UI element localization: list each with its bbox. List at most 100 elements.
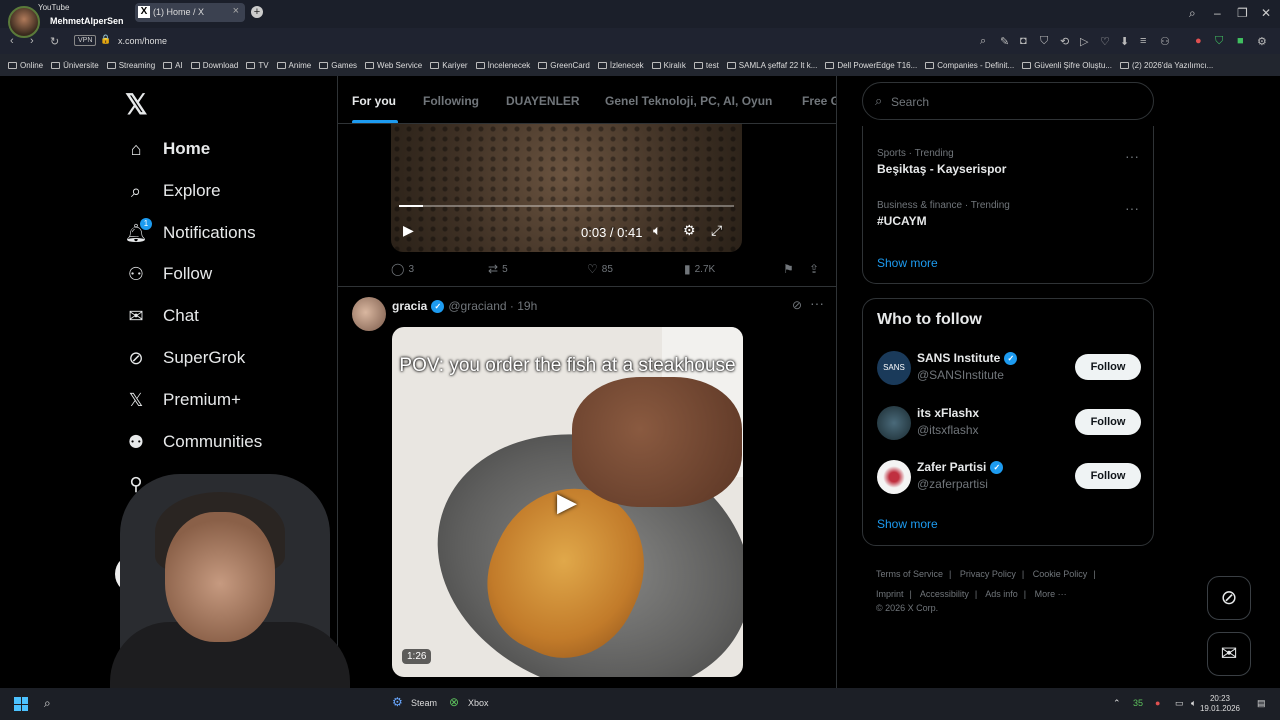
post[interactable]: gracia ✓ @graciand · 19h ⊘ ··· POV: you … <box>338 287 836 688</box>
suggestion-name[interactable]: SANS Institute ✓ <box>917 351 1018 365</box>
bookmark-item[interactable]: TV <box>246 61 269 70</box>
tab-following[interactable]: Following <box>423 94 479 108</box>
zoom-icon[interactable]: ⌕ <box>980 35 986 48</box>
reload-icon[interactable]: ↻ <box>50 35 59 48</box>
show-more-link[interactable]: Show more <box>877 256 938 270</box>
sidebar-item-communities[interactable]: ⚉ Communities <box>125 427 262 457</box>
extensions-icon[interactable]: ⚙ <box>1257 35 1267 48</box>
follow-suggestion[interactable]: its xFlashx @itsxflashx Follow <box>877 404 1141 444</box>
bookmark-item[interactable]: İzlenecek <box>597 61 644 70</box>
sidebar-item-home[interactable]: ⌂ Home <box>125 134 211 164</box>
play-icon[interactable]: ▶ <box>557 487 577 518</box>
suggestion-name[interactable]: Zafer Partisi ✓ <box>917 460 1004 474</box>
extension-green-icon[interactable]: ■ <box>1237 35 1244 47</box>
bookmark-item[interactable]: (2) 2026'da Yazılımcı... <box>1120 61 1213 70</box>
play-icon[interactable]: ▷ <box>1080 35 1088 48</box>
profile-avatar[interactable] <box>8 6 40 38</box>
footer-imprint-link[interactable]: Imprint <box>876 589 904 599</box>
windows-start-icon[interactable] <box>14 697 28 711</box>
taskbar-xbox[interactable]: Xbox <box>468 698 489 708</box>
sidebar-item-premium[interactable]: 𝕏 Premium+ <box>125 385 241 415</box>
avatar[interactable]: SANS <box>877 351 911 385</box>
follow-button[interactable]: Follow <box>1075 354 1141 380</box>
back-icon[interactable]: ‹ <box>10 35 14 47</box>
footer-privacy-link[interactable]: Privacy Policy <box>960 569 1016 579</box>
avatar[interactable] <box>877 460 911 494</box>
download-icon[interactable]: ⬇ <box>1120 35 1129 48</box>
repost-button[interactable]: ⇄ 5 <box>488 262 508 276</box>
play-icon[interactable]: ▶ <box>403 222 414 239</box>
bookmark-item[interactable]: SAMLA şeffaf 22 lt k... <box>726 61 817 70</box>
share-button[interactable]: ⇪ <box>809 262 819 276</box>
sidebar-item-notifications[interactable]: 🔔︎ 1 Notifications <box>125 218 256 248</box>
tray-counter[interactable]: 35 <box>1133 698 1143 708</box>
volume-icon[interactable]: 🔈︎ <box>1191 698 1196 709</box>
shield-icon[interactable]: ⛉ <box>1040 35 1048 48</box>
follow-suggestion[interactable]: SANS SANS Institute ✓ @SANSInstitute Foll… <box>877 349 1141 389</box>
post-video[interactable]: POV: you order the fish at a steakhouse … <box>392 327 743 677</box>
fullscreen-icon[interactable]: ⤢ <box>711 222 722 239</box>
bookmark-item[interactable]: Online <box>8 61 43 70</box>
extension-color-icon[interactable]: ● <box>1195 35 1202 47</box>
tray-chevron-icon[interactable]: ⌃ <box>1113 698 1121 709</box>
follow-button[interactable]: Follow <box>1075 409 1141 435</box>
video-progress-bar[interactable] <box>399 205 734 207</box>
bookmark-item[interactable]: Companies - Definit... <box>925 61 1014 70</box>
forward-icon[interactable]: › <box>30 35 34 47</box>
bookmark-item[interactable]: Dell PowerEdge T16... <box>825 61 917 70</box>
views-button[interactable]: ▮ 2.7K <box>684 262 715 276</box>
author-handle[interactable]: @graciand · 19h <box>448 299 537 313</box>
xbox-icon[interactable]: ⊗ <box>449 695 459 709</box>
heart-icon[interactable]: ♡ <box>1100 35 1110 48</box>
bookmark-item[interactable]: Üniversite <box>51 61 99 70</box>
bookmark-item[interactable]: Games <box>319 61 357 70</box>
messages-fab-button[interactable]: ✉ <box>1207 632 1251 676</box>
bookmark-item[interactable]: Kiralık <box>651 61 686 70</box>
like-button[interactable]: ♡ 85 <box>587 262 613 276</box>
tab-for-you[interactable]: For you <box>352 94 396 108</box>
tray-app-icon[interactable]: ● <box>1155 698 1160 708</box>
bookmark-item[interactable]: Güvenli Şifre Oluştu... <box>1022 61 1112 70</box>
footer-ads-link[interactable]: Ads info <box>985 589 1018 599</box>
tab-close-icon[interactable]: × <box>233 5 239 17</box>
bookmark-item[interactable]: GreenCard <box>538 61 590 70</box>
edit-icon[interactable]: ✎ <box>1000 35 1009 48</box>
taskbar-steam[interactable]: Steam <box>411 698 437 708</box>
tab-duayenler[interactable]: DUAYENLER <box>506 94 580 108</box>
trend-item[interactable]: Business & finance · Trending #UCAYM <box>877 200 1010 228</box>
taskbar-clock[interactable]: 20:23 19.01.2026 <box>1200 694 1240 714</box>
extension-shield-icon[interactable]: ⛉ <box>1215 35 1223 48</box>
avatar[interactable] <box>877 406 911 440</box>
search-icon[interactable]: ⌕ <box>44 696 51 711</box>
minimize-button[interactable]: – <box>1214 6 1221 20</box>
footer-accessibility-link[interactable]: Accessibility <box>920 589 969 599</box>
grok-icon[interactable]: ⊘ <box>792 298 802 312</box>
search-input[interactable]: ⌕ Search <box>862 82 1154 120</box>
x-logo-icon[interactable]: 𝕏 <box>125 88 148 121</box>
bookmark-item[interactable]: Anime <box>276 61 311 70</box>
tab-free[interactable]: Free G <box>802 94 836 108</box>
sidebar-item-explore[interactable]: ⌕ Explore <box>125 176 221 206</box>
notification-center-icon[interactable]: ▤ <box>1257 698 1266 709</box>
footer-terms-link[interactable]: Terms of Service <box>876 569 943 579</box>
author-name[interactable]: gracia <box>392 299 427 313</box>
tab-genel-teknoloji[interactable]: Genel Teknoloji, PC, AI, Oyun <box>605 94 772 108</box>
grok-fab-button[interactable]: ⊘ <box>1207 576 1251 620</box>
settings-icon[interactable]: ⚙ <box>683 222 696 239</box>
network-icon[interactable]: ▭ <box>1175 698 1184 709</box>
new-tab-button[interactable]: + <box>251 6 263 18</box>
follow-suggestion[interactable]: Zafer Partisi ✓ @zaferpartisi Follow <box>877 458 1141 498</box>
suggestion-name[interactable]: its xFlashx <box>917 406 979 420</box>
tab-x-home[interactable]: X (1) Home / X × <box>135 3 245 22</box>
camera-icon[interactable]: ◘ <box>1020 35 1027 47</box>
steam-icon[interactable]: ⚙ <box>392 695 403 709</box>
footer-more-link[interactable]: More ··· <box>1035 589 1067 599</box>
bookmark-item[interactable]: test <box>693 61 719 70</box>
bookmark-item[interactable]: Kariyer <box>430 61 468 70</box>
bookmark-item[interactable]: Web Service <box>365 61 422 70</box>
more-icon[interactable]: ··· <box>1125 148 1139 164</box>
bookmark-item[interactable]: Streaming <box>106 61 155 70</box>
more-icon[interactable]: ··· <box>810 295 824 311</box>
video-player[interactable]: ▶ 0:03 / 0:41 🔈︎ ⚙ ⤢ <box>391 124 742 252</box>
bookmark-item[interactable]: AI <box>163 61 183 70</box>
